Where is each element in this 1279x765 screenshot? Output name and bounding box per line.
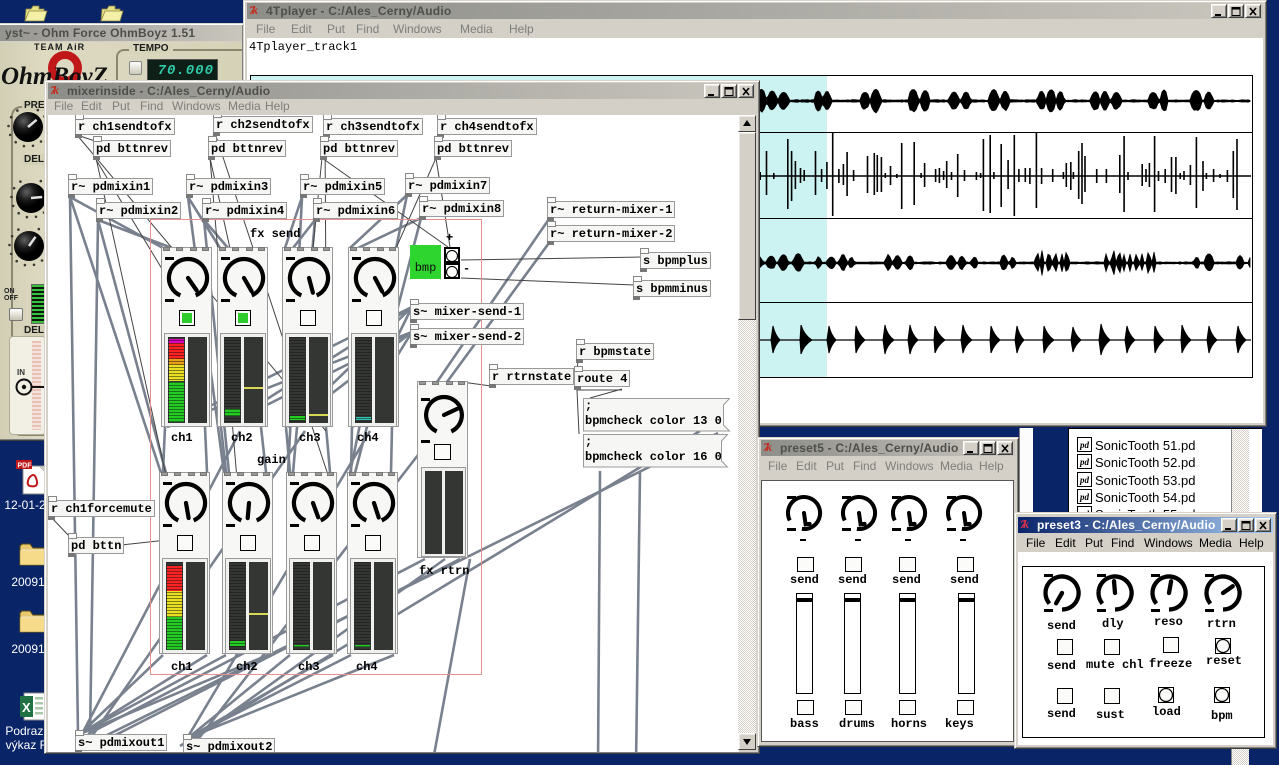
svg-text:X: X bbox=[22, 700, 31, 715]
svg-text:PDF: PDF bbox=[18, 463, 33, 470]
